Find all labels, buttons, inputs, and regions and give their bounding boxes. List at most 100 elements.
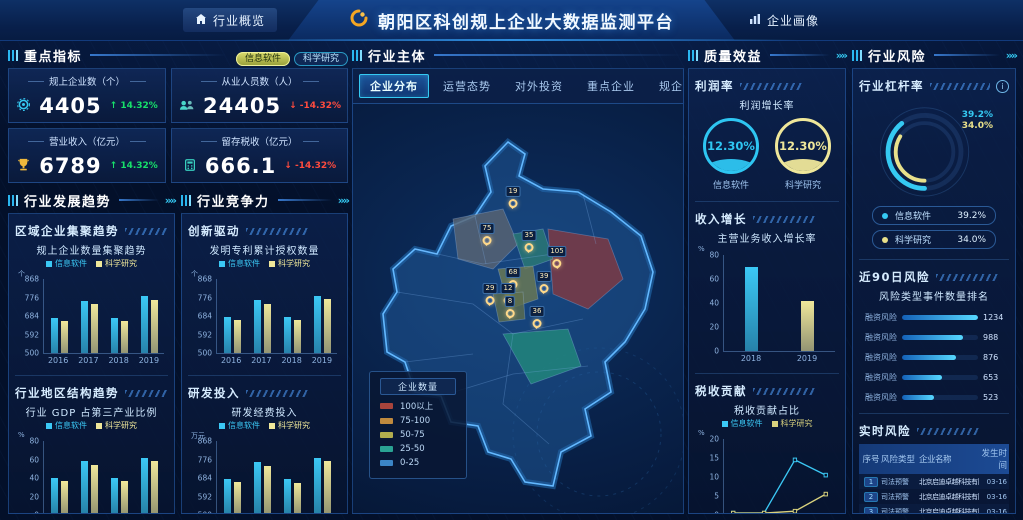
hbar-label: 融资风险 bbox=[861, 312, 897, 323]
chart-plot: 个500592684776868 bbox=[216, 279, 337, 354]
filter-badge[interactable]: 信息软件 bbox=[236, 52, 290, 66]
map-marker[interactable]: 8 bbox=[505, 296, 515, 318]
pin-icon bbox=[524, 243, 533, 252]
filter-badge[interactable]: 科学研究 bbox=[294, 52, 348, 66]
chart-legend: 信息软件科学研究 bbox=[188, 420, 341, 431]
tab-3[interactable]: 重点企业 bbox=[577, 75, 645, 97]
bar bbox=[51, 478, 58, 514]
legend-name: 科学研究 bbox=[278, 258, 310, 269]
map-marker[interactable]: 29 bbox=[483, 283, 498, 305]
pin-icon bbox=[532, 319, 541, 328]
bar bbox=[294, 320, 301, 353]
tab-1[interactable]: 运营态势 bbox=[433, 75, 501, 97]
hatch-decoration bbox=[125, 228, 168, 235]
axis-tick: 500 bbox=[198, 349, 212, 358]
cell-no: 3 bbox=[861, 507, 881, 515]
bar-group bbox=[314, 296, 331, 354]
divider bbox=[201, 141, 217, 142]
subpanel-title: 利润率 bbox=[695, 78, 734, 94]
subpanel-header: 区域企业集聚趋势 bbox=[15, 223, 168, 239]
bar-group bbox=[224, 317, 241, 353]
legend-name: 科学研究 bbox=[895, 233, 952, 246]
bar-group bbox=[224, 479, 241, 514]
section-bars-icon bbox=[181, 195, 191, 206]
axis-tick: 80 bbox=[709, 251, 719, 260]
map-marker[interactable]: 35 bbox=[522, 230, 537, 252]
district-map[interactable]: 19753510568392912836 企业数量 100以上75-10050-… bbox=[353, 104, 683, 513]
legend-swatch bbox=[380, 460, 393, 466]
subpanel-title: 收入增长 bbox=[695, 211, 747, 227]
more-arrows-icon[interactable]: »» bbox=[836, 49, 846, 62]
tab-4[interactable]: 规企变化排名 bbox=[649, 75, 684, 97]
profit-gauges: 12.30%信息软件12.30%科学研究 bbox=[695, 118, 839, 191]
bar bbox=[314, 458, 321, 515]
nav-industry-overview[interactable]: 行业概览 bbox=[183, 8, 277, 32]
more-arrows-icon[interactable]: »» bbox=[338, 194, 348, 207]
indicator-body: 4405↑ 14.32% bbox=[15, 94, 159, 118]
map-marker[interactable]: 75 bbox=[480, 223, 495, 245]
indicator-label: 从业人员数（人） bbox=[222, 74, 298, 88]
tab-0[interactable]: 企业分布 bbox=[359, 74, 429, 98]
axis-tick: 20 bbox=[29, 492, 39, 501]
hbar-row: 融资风险523 bbox=[861, 392, 1007, 403]
more-arrows-icon[interactable]: »» bbox=[1006, 49, 1016, 62]
risk-table-row[interactable]: 2司法预警北京启迪卓越科技有限公司03-16 bbox=[859, 489, 1009, 504]
gauge-wave bbox=[703, 159, 759, 174]
map-marker[interactable]: 19 bbox=[506, 186, 521, 208]
legend-swatch bbox=[46, 261, 52, 267]
quality-panel: 利润率 利润增长率 12.30%信息软件12.30%科学研究 收入增长 主营业务… bbox=[688, 68, 846, 514]
divider bbox=[130, 141, 146, 142]
gdp-share-chart: 行业 GDP 占第三产业比例信息软件科学研究%02040608020162017… bbox=[15, 404, 168, 514]
map-marker[interactable]: 105 bbox=[547, 246, 566, 268]
cell-risk-type: 司法预警 bbox=[881, 507, 919, 515]
legend-swatch bbox=[269, 423, 275, 429]
hbar-label: 融资风险 bbox=[861, 392, 897, 403]
legend-swatch bbox=[46, 423, 52, 429]
leverage-value-labels: 39.2% 34.0% bbox=[962, 110, 993, 131]
pin-icon bbox=[508, 199, 517, 208]
leverage-legend-row[interactable]: 信息软件39.2% bbox=[872, 206, 996, 225]
legend-item: 信息软件 bbox=[46, 258, 87, 269]
axis-tick: 10 bbox=[709, 473, 719, 482]
tab-2[interactable]: 对外投资 bbox=[505, 75, 573, 97]
axis-category: 2018 bbox=[104, 354, 134, 365]
divider bbox=[934, 54, 1000, 56]
cell-company: 北京启迪卓越科技有限公司 bbox=[919, 477, 979, 487]
more-arrows-icon[interactable]: »» bbox=[165, 194, 175, 207]
indicator-label-row: 营业收入（亿元） bbox=[15, 134, 159, 148]
section-bars-icon bbox=[8, 50, 18, 61]
bar bbox=[141, 458, 148, 514]
divider bbox=[28, 81, 44, 82]
map-marker[interactable]: 36 bbox=[530, 306, 545, 328]
legend-swatch bbox=[722, 421, 728, 427]
risk-table-row[interactable]: 3司法预警北京启迪卓越科技有限公司03-16 bbox=[859, 504, 1009, 514]
table-header-cell: 风险类型 bbox=[881, 453, 919, 465]
leverage-legend-row[interactable]: 科学研究34.0% bbox=[872, 230, 996, 249]
legend-swatch bbox=[96, 261, 102, 267]
indicator-card: 从业人员数（人）24405↓ -14.32% bbox=[171, 68, 348, 123]
pin-icon bbox=[553, 259, 562, 268]
subpanel-title: 行业地区结构趋势 bbox=[15, 385, 119, 401]
divider bbox=[278, 199, 332, 201]
legend-name: 科学研究 bbox=[781, 418, 813, 429]
gauge-label: 科学研究 bbox=[785, 178, 821, 191]
bar bbox=[294, 483, 301, 514]
hatch-decoration bbox=[753, 388, 815, 395]
bar-group bbox=[81, 461, 98, 514]
chart-title: 风险类型事件数量排名 bbox=[859, 288, 1009, 303]
hatch-decoration bbox=[246, 390, 308, 397]
risk-table-row[interactable]: 1司法预警北京启迪卓越科技有限公司03-16 bbox=[859, 474, 1009, 489]
legend-swatch bbox=[772, 421, 778, 427]
legend-dot-icon bbox=[882, 237, 888, 243]
legend-item: 科学研究 bbox=[96, 420, 137, 431]
info-icon[interactable]: i bbox=[996, 80, 1009, 93]
cell-time: 03-16 bbox=[979, 493, 1007, 501]
divider bbox=[119, 199, 159, 201]
map-marker[interactable]: 39 bbox=[537, 271, 552, 293]
rnd-invest-chart: 研发经费投入信息软件科学研究万元500592684776868201620172… bbox=[188, 404, 341, 514]
risk-rank-chart: 风险类型事件数量排名融资风险1234融资风险988融资风险876融资风险653融… bbox=[859, 288, 1009, 403]
hbar-fill bbox=[902, 315, 978, 320]
nav-enterprise-portrait[interactable]: 企业画像 bbox=[737, 8, 831, 32]
indicator-card: 规上企业数（个）4405↑ 14.32% bbox=[8, 68, 166, 123]
axis-tick: 500 bbox=[198, 511, 212, 515]
